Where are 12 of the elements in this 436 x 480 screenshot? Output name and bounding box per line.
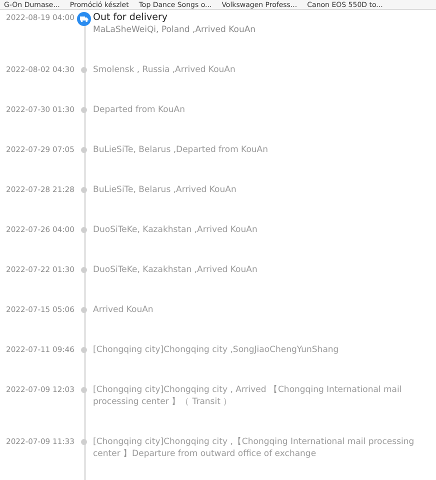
event-detail: Departed from KouAn <box>93 104 186 116</box>
event-detail: Smolensk , Russia ,Arrived KouAn <box>93 64 236 76</box>
event-detail: [Chongqing city]Chongqing city ,【Chongqing International mail processing center 】Departure from outward office of exchange <box>93 436 416 460</box>
event-detail: DuoSiTeKe, Kazakhstan ,Arrived KouAn <box>93 264 258 276</box>
event-detail: BuLieSiTe, Belarus ,Arrived KouAn <box>93 184 238 196</box>
event-detail: Arrived KouAn <box>93 304 154 316</box>
event-detail: DuoSiTeKe, Kazakhstan ,Arrived KouAn <box>93 224 258 236</box>
event-detail: MaLaSheWeiQi, Poland ,Arrived KouAn <box>93 24 257 36</box>
event-detail: [Chongqing city]Chongqing city ,SongJiaoChengYunShang <box>93 344 340 356</box>
event-title: Out for delivery <box>93 12 168 24</box>
event-detail: [Chongqing city]Chongqing city , Arrived 【Chongqing International mail processing center 】（ Transit ） <box>93 384 403 408</box>
event-detail: BuLieSiTe, Belarus ,Departed from KouAn <box>93 144 269 156</box>
